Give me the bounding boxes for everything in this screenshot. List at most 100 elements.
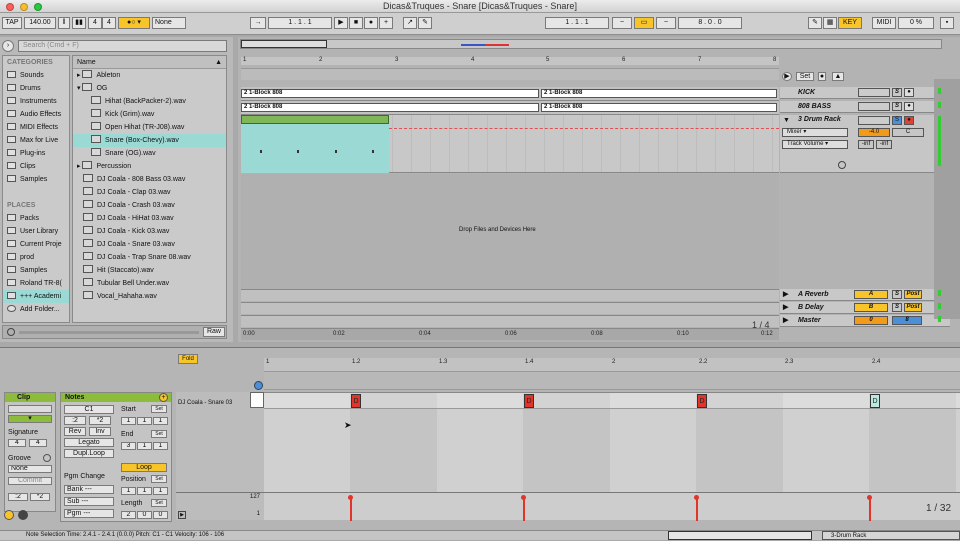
file-row[interactable]: DJ Coala - 808 Bass 03.wav (73, 173, 185, 186)
key-map-button[interactable]: KEY (838, 17, 862, 29)
pan-field[interactable]: C (892, 128, 924, 137)
preview-waveform[interactable] (19, 331, 199, 334)
send-a-field[interactable]: -inf (858, 140, 874, 149)
track-header-kick[interactable]: KICK S ● (780, 87, 950, 99)
track-activator[interactable] (858, 102, 890, 111)
fold-notes-icon[interactable] (254, 381, 263, 390)
track-activator[interactable] (858, 88, 890, 97)
sig-numerator-field[interactable]: 4 (8, 439, 26, 447)
duplicate-loop-button[interactable]: Dupl.Loop (64, 449, 114, 458)
bass-lane[interactable]: 2 1-Block 808 2 1-Block 808 (241, 101, 779, 115)
place-samples[interactable]: Samples (3, 264, 47, 277)
category-max-for-live[interactable]: Max for Live (3, 134, 58, 147)
category-samples[interactable]: Samples (3, 173, 47, 186)
drum-pad-key[interactable] (250, 392, 264, 408)
solo-button[interactable]: S (892, 116, 902, 125)
drop-area[interactable]: Drop Files and Devices Here (241, 174, 779, 289)
length-sixteenth[interactable]: 0 (153, 511, 168, 519)
category-clips[interactable]: Clips (3, 160, 36, 173)
lock-icon[interactable]: ▲ (832, 72, 844, 81)
stop-icon[interactable]: ■ (349, 17, 363, 29)
velocity-handle[interactable] (867, 495, 872, 500)
position-bar[interactable]: 1 (121, 487, 136, 495)
loop-brace-bar[interactable] (264, 372, 960, 390)
master-volume[interactable]: 0 (854, 316, 888, 325)
post-button[interactable]: Post (904, 290, 922, 299)
nudge-up-icon[interactable]: ▮▮ (72, 17, 86, 29)
velocity-stem[interactable] (869, 497, 871, 521)
add-lane-icon[interactable] (838, 161, 846, 169)
halve-button[interactable]: :2 (8, 493, 28, 501)
file-row[interactable]: Hihat (BackPacker-2).wav (73, 95, 186, 108)
start-set-button[interactable]: Set (151, 405, 167, 413)
invert-button[interactable]: Inv (89, 427, 111, 436)
set-locator-button[interactable]: Set (796, 72, 814, 81)
midi-ruler[interactable]: 1 1.2 1.3 1.4 2 2.2 2.3 2.4 (264, 358, 960, 372)
track-header-808-bass[interactable]: 808 BASS S ● (780, 101, 950, 113)
fold-button[interactable]: Fold (178, 354, 198, 364)
category-instruments[interactable]: Instruments (3, 95, 57, 108)
file-row[interactable]: DJ Coala - Clap 03.wav (73, 186, 171, 199)
browser-toggle-icon[interactable]: › (2, 40, 14, 52)
arm-button[interactable]: ● (904, 88, 914, 97)
file-row[interactable]: DJ Coala - Kick 03.wav (73, 225, 169, 238)
double-button[interactable]: *2 (30, 493, 50, 501)
drum-clip-body[interactable] (241, 124, 389, 173)
back-to-arrangement-icon[interactable]: ▶ (782, 72, 792, 81)
loop-toggle[interactable]: Loop (121, 463, 167, 472)
loop-length-field[interactable]: 8 . 0 . 0 (678, 17, 742, 29)
search-input[interactable]: Search (Cmd + F) (18, 40, 227, 52)
bank-field[interactable]: Bank --- (64, 485, 114, 494)
track-header-b-delay[interactable]: ▶ B Delay B S Post (780, 302, 950, 314)
send-b-field[interactable]: -inf (876, 140, 892, 149)
fold-icon[interactable]: ▼ (783, 117, 790, 124)
track-volume-select[interactable]: Track Volume ▾ (782, 140, 848, 149)
midi-note-selected[interactable]: D (870, 394, 880, 408)
note-row[interactable] (264, 393, 960, 409)
pgm-field[interactable]: Pgm --- (64, 509, 114, 518)
tap-button[interactable]: TAP (2, 17, 22, 29)
drum-rack-lane[interactable] (241, 115, 779, 173)
computer-keyboard-icon[interactable]: ▦ (823, 17, 837, 29)
note-grid[interactable]: D D D D ➤ (264, 392, 960, 492)
reenable-icon[interactable]: ✎ (418, 17, 432, 29)
loop-brace-lane[interactable] (241, 68, 779, 80)
length-beat[interactable]: 0 (137, 511, 152, 519)
transpose-field[interactable]: C1 (64, 405, 114, 414)
loop-icon[interactable]: ▭ (634, 17, 654, 29)
position-beat[interactable]: 1 (137, 487, 152, 495)
overview-viewport[interactable] (241, 40, 327, 48)
start-beat[interactable]: 1 (137, 417, 152, 425)
time-ruler[interactable]: 0:00 0:02 0:04 0:06 0:08 0:10 0:12 (241, 328, 779, 340)
end-set-button[interactable]: Set (151, 430, 167, 438)
volume-field[interactable]: -4.0 (858, 128, 890, 137)
arrangement-clip[interactable]: 2 1-Block 808 (241, 89, 539, 98)
mixer-select[interactable]: Mixer ▾ (782, 128, 848, 137)
loop-start-field[interactable]: 1 . 1 . 1 (545, 17, 609, 29)
sort-icon[interactable]: ▲ (215, 56, 222, 69)
preview-headphones-icon[interactable] (7, 328, 15, 336)
track-header-a-reverb[interactable]: ▶ A Reverb A S Post (780, 289, 950, 301)
place-prod[interactable]: prod (3, 251, 34, 264)
arm-button[interactable]: ● (904, 116, 914, 125)
beat-ruler[interactable]: 1 2 3 4 5 6 7 8 (241, 57, 779, 67)
file-row[interactable]: DJ Coala - Trap Snare 08.wav (73, 251, 191, 264)
tempo-field[interactable]: 140.00 (24, 17, 56, 29)
zoom-icon[interactable] (34, 3, 42, 11)
midi-map-button[interactable]: MIDI (872, 17, 896, 29)
velocity-lane[interactable]: 1 / 32 (264, 492, 960, 521)
length-bar[interactable]: 2 (121, 511, 136, 519)
file-row[interactable]: Tubular Bell Under.wav (73, 277, 169, 290)
record-icon[interactable]: ● (364, 17, 378, 29)
place-academy[interactable]: +++ Academi (3, 290, 69, 303)
solo-button[interactable]: S (892, 290, 902, 299)
clip-launch-icon[interactable] (4, 510, 14, 520)
follow-icon[interactable]: → (250, 17, 266, 29)
track-header-master[interactable]: ▶ Master 0 8 (780, 315, 950, 327)
play-icon[interactable]: ▶ (334, 17, 348, 29)
file-row[interactable]: Vocal_Hahaha.wav (73, 290, 157, 303)
notes-menu-icon[interactable]: + (159, 393, 168, 402)
velocity-stem[interactable] (350, 497, 352, 521)
add-folder-button[interactable]: Add Folder... (3, 303, 60, 316)
midi-note[interactable]: D (524, 394, 534, 408)
